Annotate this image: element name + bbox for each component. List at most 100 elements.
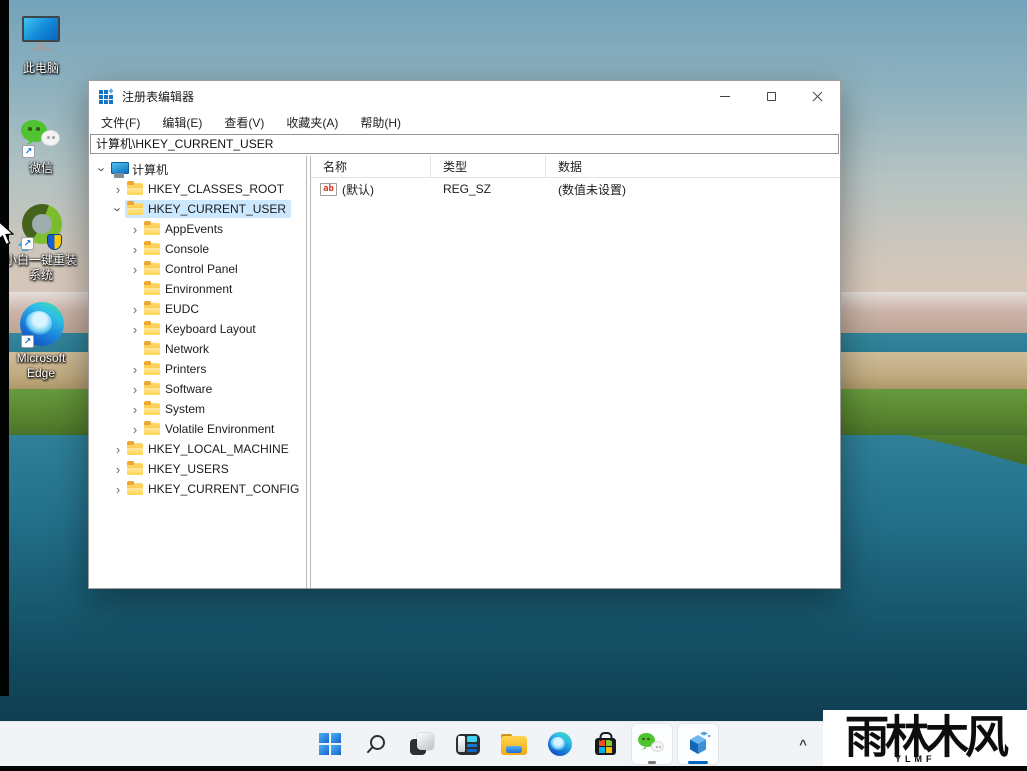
computer-icon	[111, 162, 129, 176]
value-type: REG_SZ	[443, 182, 492, 196]
close-button[interactable]	[794, 81, 840, 111]
tree-item[interactable]: › System	[89, 399, 306, 419]
edge-button[interactable]	[540, 724, 580, 764]
tree-item-label: Console	[165, 242, 210, 256]
tree-item-label: HKEY_USERS	[148, 462, 229, 476]
chevron-expanded-icon[interactable]: ›	[111, 202, 126, 216]
minimize-icon	[720, 95, 730, 97]
tree-item[interactable]: › HKEY_CURRENT_CONFIG	[89, 479, 306, 499]
menu-item-3[interactable]: 收藏夹(A)	[278, 112, 346, 133]
chevron-collapsed-icon[interactable]: ›	[128, 303, 142, 316]
tree-item-label: Control Panel	[165, 262, 238, 276]
tree-item[interactable]: › Volatile Environment	[89, 419, 306, 439]
tree-item-label: Network	[165, 342, 210, 356]
show-hidden-icons-button[interactable]: ^	[791, 730, 815, 758]
tree-item[interactable]: › 计算机	[89, 159, 306, 179]
tree-item[interactable]: › Printers	[89, 359, 306, 379]
windows-start-icon	[318, 733, 341, 755]
menu-item-4[interactable]: 帮助(H)	[352, 112, 409, 133]
desktop-icon-this-pc[interactable]: 此电脑	[2, 8, 80, 76]
tree-item-label: Software	[165, 382, 213, 396]
value-name: (默认)	[342, 182, 374, 197]
folder-icon	[144, 340, 160, 355]
chevron-collapsed-icon[interactable]: ›	[128, 363, 142, 376]
tree-item[interactable]: › HKEY_USERS	[89, 459, 306, 479]
regedit-app-icon	[689, 731, 711, 754]
shortcut-arrow-icon: ↗	[22, 145, 35, 158]
chevron-collapsed-icon[interactable]: ›	[128, 403, 142, 416]
maximize-button[interactable]	[748, 81, 794, 111]
minimize-button[interactable]	[702, 81, 748, 111]
desktop-icon-wechat[interactable]: ↗ 微信	[2, 108, 80, 176]
tree-item[interactable]: › HKEY_LOCAL_MACHINE	[89, 439, 306, 459]
tree-item[interactable]: › Control Panel	[89, 259, 306, 279]
tree-item-label: System	[165, 402, 206, 416]
tree-item-label: HKEY_CURRENT_CONFIG	[148, 482, 300, 496]
regedit-taskbar-button[interactable]	[677, 724, 718, 764]
chevron-collapsed-icon[interactable]: ›	[128, 243, 142, 256]
chevron-collapsed-icon[interactable]: ›	[128, 383, 142, 396]
tree-item-label: HKEY_CURRENT_USER	[148, 202, 287, 216]
tree-item[interactable]: ›Network	[89, 339, 306, 359]
running-indicator	[647, 761, 656, 764]
chevron-collapsed-icon[interactable]: ›	[111, 483, 125, 496]
regedit-window: 注册表编辑器 文件(F) 编辑(E) 查看(V) 收藏夹(A) 帮助(H) › 计算机 › H…	[88, 80, 841, 589]
folder-icon	[144, 220, 160, 235]
address-bar	[89, 133, 840, 156]
chevron-collapsed-icon[interactable]: ›	[128, 423, 142, 436]
chevron-collapsed-icon[interactable]: ›	[111, 183, 125, 196]
widgets-button[interactable]	[448, 724, 488, 764]
tree-item[interactable]: › EUDC	[89, 299, 306, 319]
ylmf-watermark: 雨林木风 YLMF	[823, 710, 1027, 766]
tree-item-label: 计算机	[132, 162, 169, 177]
chevron-expanded-icon[interactable]: ›	[95, 162, 110, 176]
file-explorer-button[interactable]	[494, 724, 534, 764]
menu-item-2[interactable]: 查看(V)	[216, 112, 272, 133]
close-icon	[812, 91, 823, 102]
folder-icon	[144, 360, 160, 375]
screen-bezel-left	[0, 0, 9, 696]
desktop-icon-microsoft-edge[interactable]: ↗ Microsoft Edge	[2, 298, 80, 381]
tree-item[interactable]: › HKEY_CURRENT_USER	[89, 199, 306, 219]
value-row[interactable]: ab (默认) REG_SZ (数值未设置)	[311, 178, 840, 200]
tree-item[interactable]: › HKEY_CLASSES_ROOT	[89, 179, 306, 199]
menu-item-0[interactable]: 文件(F)	[93, 112, 148, 133]
tree-item[interactable]: › Console	[89, 239, 306, 259]
menu-item-1[interactable]: 编辑(E)	[154, 112, 210, 133]
task-view-button[interactable]	[402, 724, 442, 764]
title-bar[interactable]: 注册表编辑器	[89, 81, 840, 111]
list-header: 名称 类型 数据	[311, 156, 840, 178]
chevron-collapsed-icon[interactable]: ›	[128, 323, 142, 336]
maximize-icon	[766, 91, 776, 101]
tree-item[interactable]: › Keyboard Layout	[89, 319, 306, 339]
folder-icon	[144, 400, 160, 415]
folder-icon	[127, 480, 143, 495]
chevron-collapsed-icon[interactable]: ›	[111, 443, 125, 456]
microsoft-store-button[interactable]	[586, 724, 626, 764]
tree-item-label: Printers	[165, 362, 207, 376]
window-title: 注册表编辑器	[122, 89, 195, 104]
column-header[interactable]: 名称	[311, 156, 431, 177]
address-input[interactable]	[90, 133, 839, 154]
widgets-icon	[455, 733, 480, 755]
desktop-icon-label: 此电脑	[22, 61, 59, 75]
tree-item-label: Volatile Environment	[165, 422, 275, 436]
chevron-collapsed-icon[interactable]: ›	[128, 263, 142, 276]
search-button[interactable]	[356, 724, 396, 764]
mouse-cursor	[0, 221, 15, 246]
chevron-collapsed-icon[interactable]: ›	[111, 463, 125, 476]
store-icon	[595, 738, 616, 755]
folder-icon	[144, 380, 160, 395]
tree-item[interactable]: › AppEvents	[89, 219, 306, 239]
tree-item-label: HKEY_CLASSES_ROOT	[148, 182, 285, 196]
column-header[interactable]: 数据	[546, 156, 840, 177]
wechat-taskbar-button[interactable]	[631, 724, 672, 764]
chevron-collapsed-icon[interactable]: ›	[128, 223, 142, 236]
tree-item[interactable]: › Software	[89, 379, 306, 399]
tree-item[interactable]: ›Environment	[89, 279, 306, 299]
start-button[interactable]	[310, 724, 350, 764]
folder-icon	[127, 180, 143, 195]
folder-icon	[127, 200, 143, 215]
tree-item-label: AppEvents	[165, 222, 224, 236]
column-header[interactable]: 类型	[431, 156, 546, 177]
